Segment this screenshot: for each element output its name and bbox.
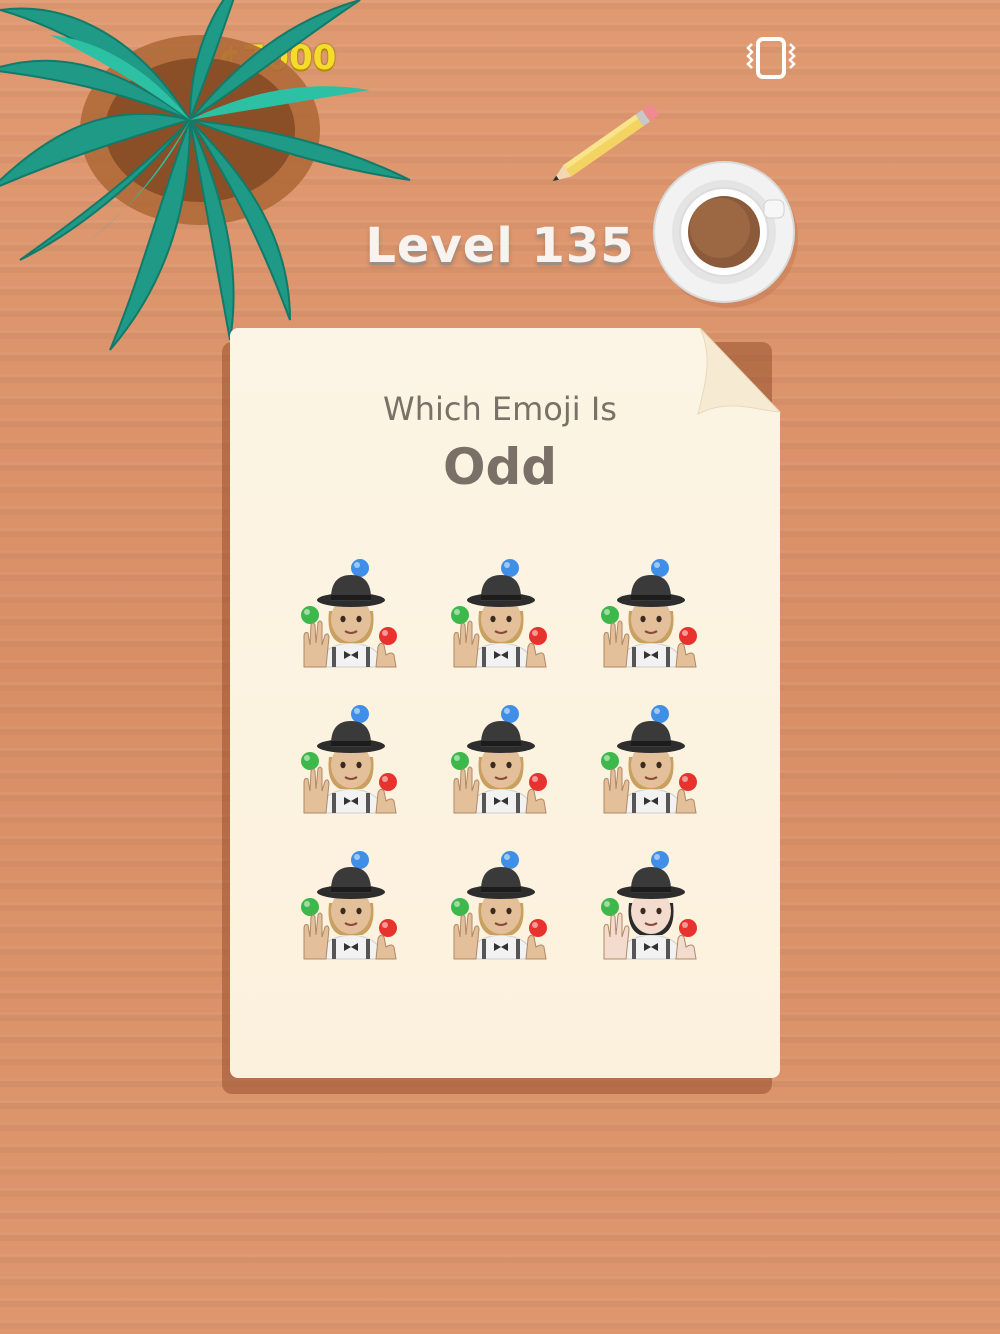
emoji-option-9[interactable]	[596, 847, 706, 962]
emoji-option-3[interactable]	[596, 555, 706, 670]
emoji-option-4[interactable]	[296, 701, 406, 816]
potted-plant-decoration	[0, 0, 411, 351]
person-juggling-icon	[601, 705, 697, 814]
vibration-toggle-icon[interactable]	[744, 36, 798, 80]
emoji-option-1[interactable]	[296, 555, 406, 670]
emoji-option-7[interactable]	[296, 847, 406, 962]
person-juggling-icon	[301, 559, 397, 668]
person-juggling-icon	[301, 705, 397, 814]
person-juggling-icon	[601, 851, 697, 960]
person-juggling-icon	[451, 559, 547, 668]
person-juggling-icon	[451, 851, 547, 960]
level-title: Level 135	[365, 218, 635, 274]
emoji-option-2[interactable]	[446, 555, 556, 670]
emoji-option-8[interactable]	[446, 847, 556, 962]
question-line-1: Which Emoji Is	[383, 390, 617, 428]
emoji-option-5[interactable]	[446, 701, 556, 816]
question-line-2: Odd	[442, 438, 558, 496]
person-juggling-icon	[601, 559, 697, 668]
emoji-option-6[interactable]	[596, 701, 706, 816]
person-juggling-icon	[451, 705, 547, 814]
person-juggling-icon	[301, 851, 397, 960]
